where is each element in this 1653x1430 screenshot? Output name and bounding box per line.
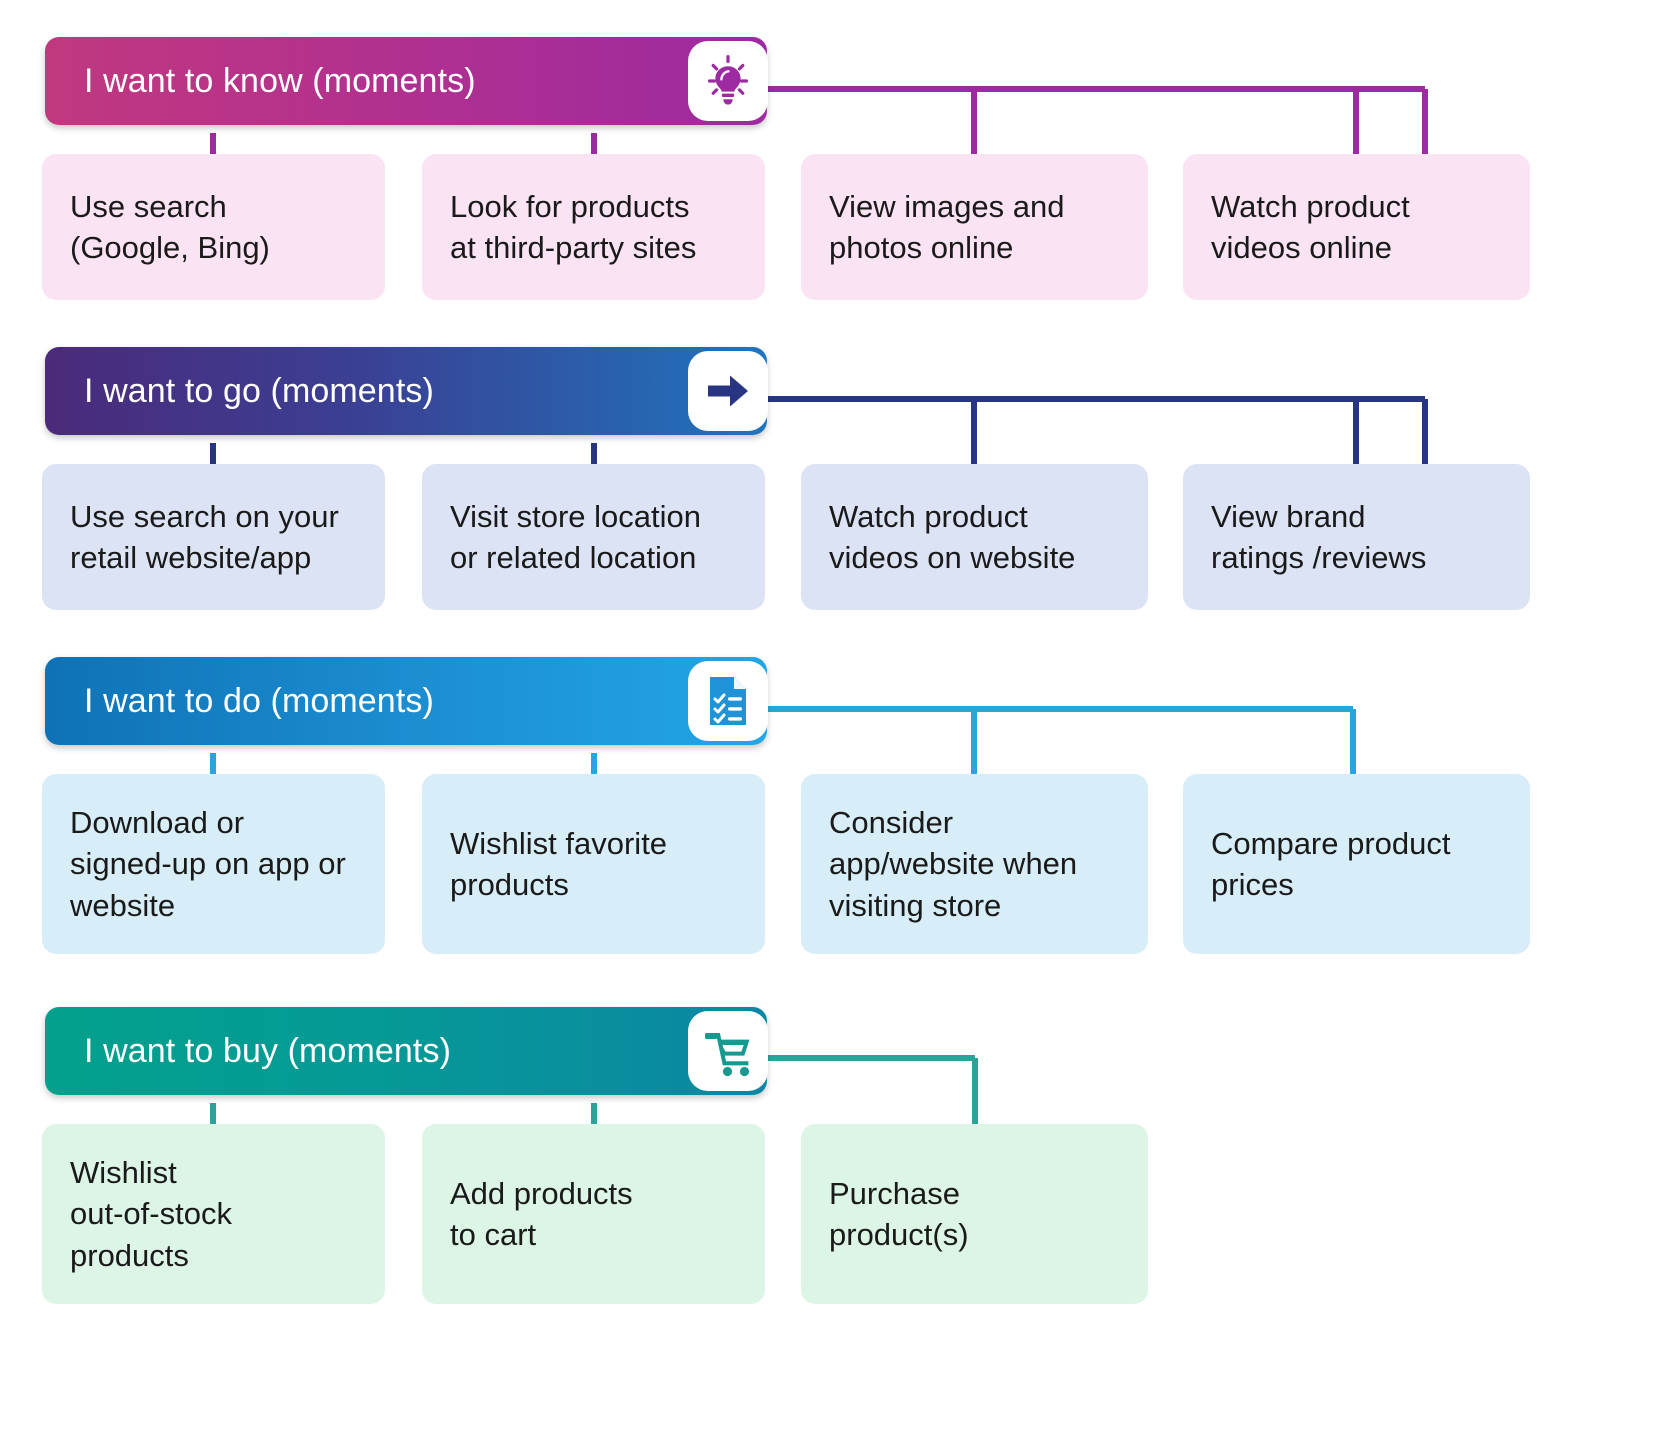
section-header-know[interactable]: I want to know (moments) <box>45 37 768 125</box>
card-know-1-label: Use search (Google, Bing) <box>70 188 270 265</box>
micro-moments-diagram: I want to know (moments) Use search (Goo… <box>0 0 1653 1430</box>
card-go-2-label: Visit store location or related location <box>450 498 701 575</box>
card-buy-3-label: Purchase product(s) <box>829 1175 969 1252</box>
card-go-1-label: Use search on your retail website/app <box>70 498 339 575</box>
card-buy-3[interactable]: Purchase product(s) <box>801 1124 1148 1304</box>
section-header-go[interactable]: I want to go (moments) <box>45 347 768 435</box>
card-do-3-label: Consider app/website when visiting store <box>829 805 1078 923</box>
card-know-2-label: Look for products at third-party sites <box>450 188 697 265</box>
card-do-4[interactable]: Compare product prices <box>1183 774 1530 954</box>
card-know-4-label: Watch product videos online <box>1211 188 1410 265</box>
section-header-do-label: I want to do (moments) <box>84 681 434 720</box>
card-go-3[interactable]: Watch product videos on website <box>801 464 1148 610</box>
card-know-2[interactable]: Look for products at third-party sites <box>422 154 765 300</box>
card-go-2[interactable]: Visit store location or related location <box>422 464 765 610</box>
card-do-2[interactable]: Wishlist favorite products <box>422 774 765 954</box>
card-go-4[interactable]: View brand ratings /reviews <box>1183 464 1530 610</box>
card-do-1[interactable]: Download or signed-up on app or website <box>42 774 385 954</box>
card-go-1[interactable]: Use search on your retail website/app <box>42 464 385 610</box>
card-do-3[interactable]: Consider app/website when visiting store <box>801 774 1148 954</box>
lightbulb-icon <box>688 41 768 121</box>
card-do-4-label: Compare product prices <box>1211 825 1451 902</box>
card-buy-2-label: Add products to cart <box>450 1175 633 1252</box>
card-buy-2[interactable]: Add products to cart <box>422 1124 765 1304</box>
card-know-1[interactable]: Use search (Google, Bing) <box>42 154 385 300</box>
card-go-4-label: View brand ratings /reviews <box>1211 498 1427 575</box>
card-buy-1-label: Wishlist out-of-stock products <box>70 1155 232 1273</box>
section-header-go-label: I want to go (moments) <box>84 371 434 410</box>
card-know-4[interactable]: Watch product videos online <box>1183 154 1530 300</box>
card-buy-1[interactable]: Wishlist out-of-stock products <box>42 1124 385 1304</box>
section-header-buy[interactable]: I want to buy (moments) <box>45 1007 768 1095</box>
section-header-buy-label: I want to buy (moments) <box>84 1031 451 1070</box>
section-header-do[interactable]: I want to do (moments) <box>45 657 768 745</box>
checklist-icon <box>688 661 768 741</box>
card-know-3[interactable]: View images and photos online <box>801 154 1148 300</box>
section-header-know-label: I want to know (moments) <box>84 61 476 100</box>
card-do-1-label: Download or signed-up on app or website <box>70 805 346 923</box>
card-do-2-label: Wishlist favorite products <box>450 825 668 902</box>
arrow-right-icon <box>688 351 768 431</box>
shopping-cart-icon <box>688 1011 768 1091</box>
card-go-3-label: Watch product videos on website <box>829 498 1076 575</box>
card-know-3-label: View images and photos online <box>829 188 1065 265</box>
